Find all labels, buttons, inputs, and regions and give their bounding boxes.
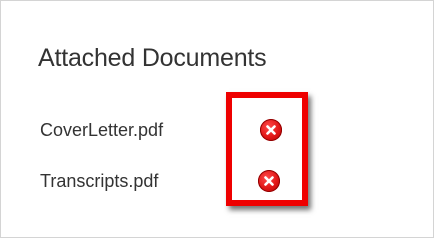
remove-document-button[interactable] [258, 170, 280, 192]
document-row: Transcripts.pdf [40, 168, 158, 194]
attached-documents-panel: Attached Documents CoverLetter.pdf Trans… [0, 0, 434, 238]
document-row: CoverLetter.pdf [40, 117, 163, 143]
remove-x-icon [266, 125, 276, 135]
remove-x-icon [264, 176, 274, 186]
document-name[interactable]: Transcripts.pdf [40, 171, 158, 192]
panel-title: Attached Documents [38, 44, 267, 72]
document-name[interactable]: CoverLetter.pdf [40, 120, 163, 141]
remove-document-button[interactable] [260, 119, 282, 141]
